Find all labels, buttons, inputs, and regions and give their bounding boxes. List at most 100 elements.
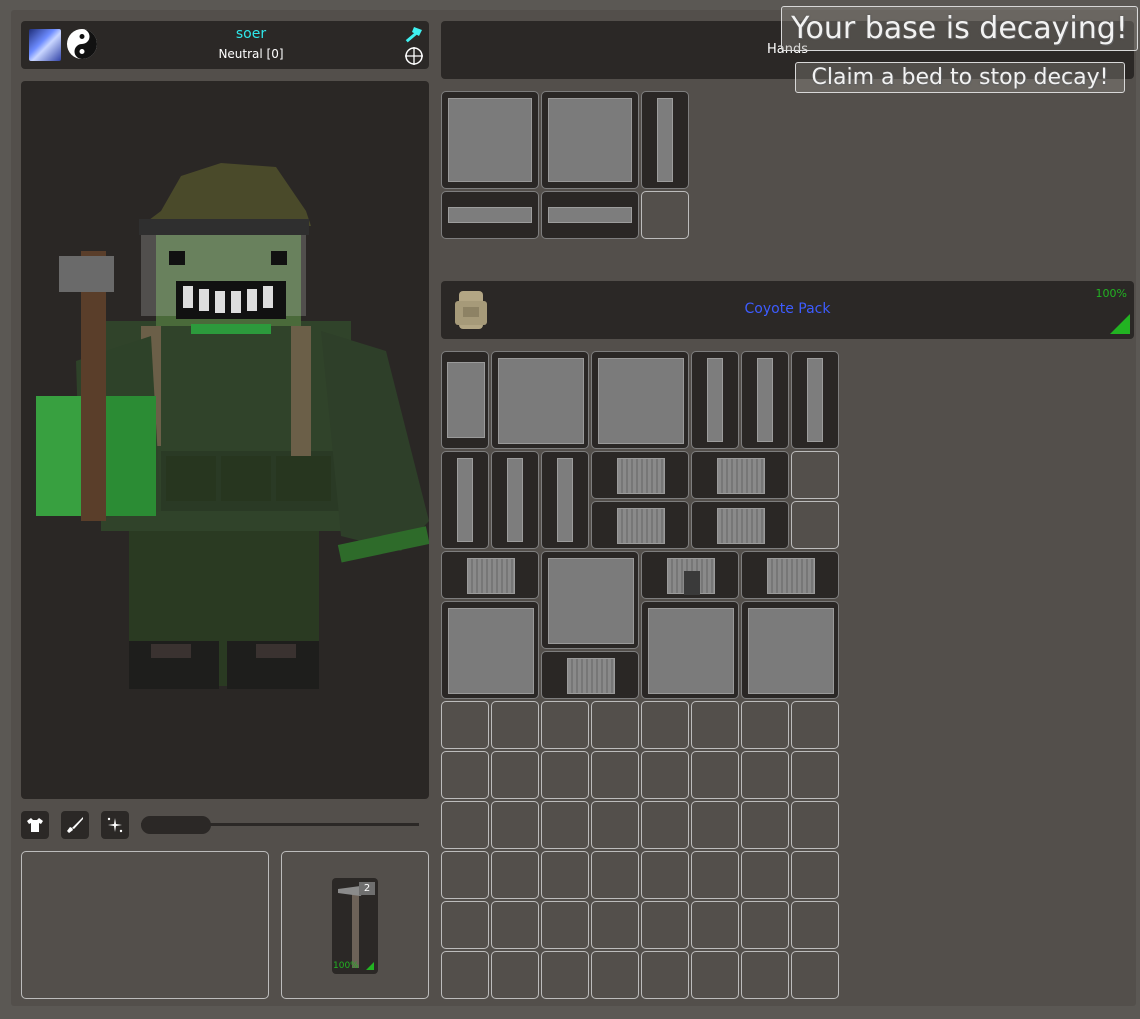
hands-slot[interactable] [441, 191, 539, 239]
backpack-item[interactable] [441, 551, 539, 599]
player-name: soer [235, 26, 267, 42]
backpack-slot[interactable] [791, 951, 839, 999]
backpack-slot[interactable] [641, 851, 689, 899]
backpack-item[interactable] [541, 451, 589, 549]
backpack-item[interactable] [541, 551, 639, 649]
hands-slot[interactable] [541, 191, 639, 239]
skills-tab[interactable] [101, 811, 129, 839]
backpack-quality: 100% [1095, 287, 1127, 300]
backpack-item[interactable] [741, 601, 839, 699]
backpack-item[interactable] [691, 351, 739, 449]
backpack-item[interactable] [541, 651, 639, 699]
backpack-slot[interactable] [791, 751, 839, 799]
backpack-slot[interactable] [591, 951, 639, 999]
backpack-item[interactable] [491, 351, 589, 449]
backpack-slot[interactable] [591, 751, 639, 799]
rifle-icon [67, 817, 83, 833]
backpack-slot[interactable] [541, 901, 589, 949]
backpack-slot[interactable] [691, 701, 739, 749]
backpack-slot[interactable] [491, 801, 539, 849]
backpack-slot[interactable] [691, 951, 739, 999]
backpack-item[interactable] [491, 451, 539, 549]
player-avatar[interactable] [29, 29, 61, 61]
weapons-tab[interactable] [61, 811, 89, 839]
character-preview[interactable] [21, 81, 430, 799]
backpack-item[interactable] [741, 351, 789, 449]
backpack-slot[interactable] [691, 751, 739, 799]
backpack-slot[interactable] [741, 901, 789, 949]
backpack-slot[interactable] [541, 801, 589, 849]
backpack-slot[interactable] [441, 901, 489, 949]
backpack-slot[interactable] [591, 851, 639, 899]
backpack-slot[interactable] [541, 751, 589, 799]
backpack-slot[interactable] [741, 751, 789, 799]
backpack-item[interactable] [591, 351, 689, 449]
backpack-slot[interactable] [641, 701, 689, 749]
backpack-slot[interactable] [791, 801, 839, 849]
backpack-slot[interactable] [541, 951, 589, 999]
backpack-slot[interactable] [641, 951, 689, 999]
backpack-slot[interactable] [741, 851, 789, 899]
backpack-slot[interactable] [641, 751, 689, 799]
yin-yang-icon [66, 28, 98, 60]
backpack-header: Coyote Pack 100% [441, 281, 1134, 339]
backpack-item[interactable] [741, 551, 839, 599]
item-quality: 100% [333, 961, 359, 971]
backpack-slot[interactable] [691, 801, 739, 849]
backpack-item[interactable] [591, 451, 689, 499]
backpack-slot[interactable] [791, 701, 839, 749]
backpack-slot[interactable] [441, 801, 489, 849]
sparkle-icon [107, 817, 123, 833]
backpack-icon[interactable] [449, 287, 493, 333]
backpack-slot[interactable] [591, 701, 639, 749]
backpack-item[interactable] [641, 601, 739, 699]
player-header: soer Neutral [0] [21, 21, 429, 69]
backpack-item[interactable] [691, 501, 789, 549]
backpack-slot[interactable] [741, 951, 789, 999]
backpack-slot[interactable] [441, 851, 489, 899]
equipped-slot[interactable]: 2 100% [281, 851, 429, 999]
crosshair-icon[interactable] [404, 46, 424, 66]
backpack-slot[interactable] [491, 751, 539, 799]
backpack-item[interactable] [441, 601, 539, 699]
decay-notification: Your base is decaying! [781, 6, 1138, 51]
ground-item-slot[interactable] [21, 851, 269, 999]
backpack-slot[interactable] [591, 901, 639, 949]
backpack-item[interactable] [441, 351, 489, 449]
backpack-slot[interactable] [641, 901, 689, 949]
hands-slot[interactable] [641, 91, 689, 189]
backpack-item[interactable] [691, 451, 789, 499]
backpack-item[interactable] [641, 551, 739, 599]
backpack-item[interactable] [441, 451, 489, 549]
backpack-slot[interactable] [741, 701, 789, 749]
hands-slot[interactable] [641, 191, 689, 239]
zoom-slider-handle[interactable] [141, 816, 211, 834]
backpack-slot[interactable] [691, 851, 739, 899]
backpack-slot[interactable] [791, 451, 839, 499]
backpack-slot[interactable] [491, 701, 539, 749]
backpack-slot[interactable] [441, 951, 489, 999]
backpack-item[interactable] [791, 351, 839, 449]
hands-slot[interactable] [541, 91, 639, 189]
hammer-item[interactable]: 2 100% [332, 878, 378, 974]
character-model [36, 163, 430, 689]
hands-slot[interactable] [441, 91, 539, 189]
clothing-tab[interactable] [21, 811, 49, 839]
backpack-slot[interactable] [491, 851, 539, 899]
backpack-slot[interactable] [691, 901, 739, 949]
backpack-slot[interactable] [741, 801, 789, 849]
backpack-slot[interactable] [791, 501, 839, 549]
backpack-slot[interactable] [791, 901, 839, 949]
backpack-slot[interactable] [491, 901, 539, 949]
backpack-slot[interactable] [641, 801, 689, 849]
backpack-slot[interactable] [441, 701, 489, 749]
backpack-slot[interactable] [791, 851, 839, 899]
backpack-slot[interactable] [441, 751, 489, 799]
hammer-icon[interactable] [403, 25, 425, 45]
backpack-slot[interactable] [541, 851, 589, 899]
backpack-name: Coyote Pack [744, 301, 831, 317]
backpack-slot[interactable] [541, 701, 589, 749]
backpack-slot[interactable] [491, 951, 539, 999]
backpack-item[interactable] [591, 501, 689, 549]
backpack-slot[interactable] [591, 801, 639, 849]
